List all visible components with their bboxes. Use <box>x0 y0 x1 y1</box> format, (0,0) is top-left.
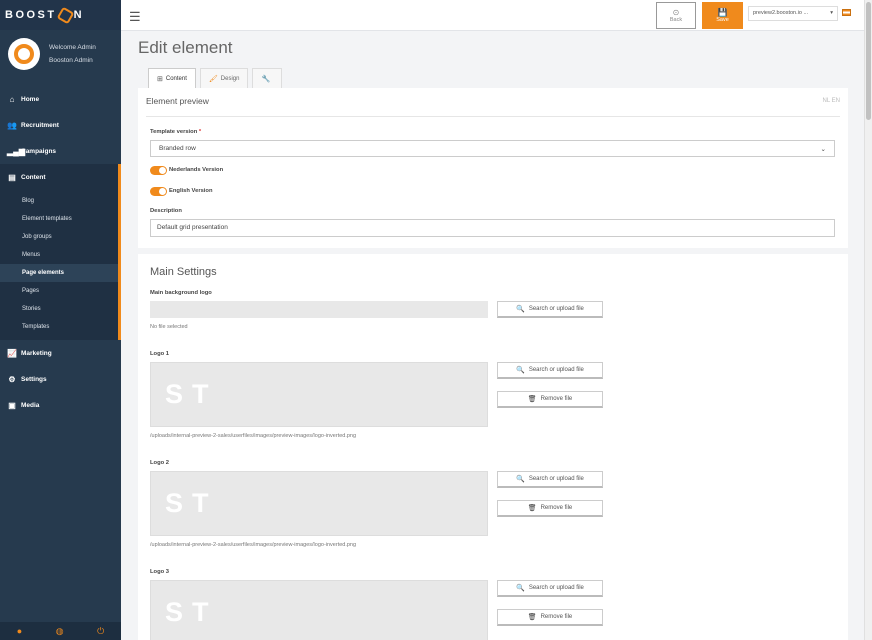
logo2-remove-button[interactable]: 🗑 Remove file <box>497 500 603 517</box>
trash-icon: 🗑 <box>527 396 537 403</box>
search-icon: 🔍 <box>516 367 525 374</box>
logo2-preview: ST <box>150 471 488 536</box>
logo1-preview: ST <box>150 362 488 427</box>
sidebar-subitem-element-templates[interactable]: Element templates <box>0 210 118 228</box>
element-preview-card: Element preview NL EN Template version *… <box>138 88 848 248</box>
nl-version-label: Nederlands Version <box>169 167 224 173</box>
logo1-path: /uploads/internal-preview-2-sales/userfi… <box>150 433 357 439</box>
bg-logo-status: No file selected <box>150 324 188 330</box>
nl-version-toggle[interactable] <box>150 166 167 175</box>
logo3-search-button[interactable]: 🔍 Search or upload file <box>497 580 603 597</box>
template-version-label: Template version * <box>150 129 202 135</box>
avatar <box>8 38 40 70</box>
user-block: Welcome Admin Booston Admin <box>0 30 121 78</box>
floppy-disk-icon: 💾 <box>717 8 728 17</box>
logo1-label: Logo 1 <box>150 351 169 357</box>
tab-content[interactable]: ⊞ Content <box>148 68 196 88</box>
save-button[interactable]: 💾 Save <box>702 2 743 29</box>
logo-hex-icon <box>56 6 75 24</box>
brush-icon: 🖌 <box>208 75 218 83</box>
sidebar-item-marketing[interactable]: 📈 Marketing <box>0 340 121 366</box>
sidebar-subitem-blog[interactable]: Blog <box>0 192 118 210</box>
sidebar-subitem-pages[interactable]: Pages <box>0 282 118 300</box>
en-version-toggle[interactable] <box>150 187 167 196</box>
signal-icon: ▂▄▆ <box>7 146 25 156</box>
sidebar-item-content[interactable]: ▤ Content <box>0 164 121 190</box>
sidebar-item-home[interactable]: ⌂ Home <box>0 86 121 112</box>
sidebar: BOOST N Welcome Admin Booston Admin ⌂ Home… <box>0 0 121 640</box>
sidebar-nav: ⌂ Home 👥 Recruitment ▂▄▆ Campaigns ▤ Content… <box>0 86 121 418</box>
layout-icon: ⊞ <box>157 75 163 83</box>
search-icon: 🔍 <box>516 585 525 592</box>
tabs: ⊞ Content 🖌 Design 🔧 <box>148 68 286 88</box>
document-icon: ▤ <box>8 172 16 182</box>
sidebar-item-media[interactable]: ▣ Media <box>0 392 121 418</box>
tab-tools[interactable]: 🔧 <box>252 68 283 88</box>
home-icon: ⌂ <box>9 94 15 104</box>
sidebar-subitem-templates[interactable]: Templates <box>0 318 118 336</box>
sidebar-subitem-stories[interactable]: Stories <box>0 300 118 318</box>
logo[interactable]: BOOST N <box>0 0 121 30</box>
wrench-icon: 🔧 <box>261 75 271 83</box>
logo-text-end: N <box>73 9 85 21</box>
logo3-label: Logo 3 <box>150 569 169 575</box>
hamburger-menu-icon[interactable]: ☰ <box>129 9 141 25</box>
logo2-search-button[interactable]: 🔍 Search or upload file <box>497 471 603 488</box>
main-settings-title: Main Settings <box>150 266 217 278</box>
logo3-preview: ST <box>150 580 488 640</box>
preview-title: Element preview <box>146 96 209 106</box>
site-select[interactable]: preview2.booston.io ... ▾ <box>748 6 838 21</box>
gears-icon: ⚙ <box>8 374 16 384</box>
flag-icon[interactable] <box>842 9 851 16</box>
language-eye-toggles[interactable]: NL EN <box>823 98 840 104</box>
description-input[interactable]: Default grid presentation <box>150 219 835 237</box>
en-version-label: English Version <box>169 188 213 194</box>
template-version-select[interactable]: Branded row ⌄ <box>150 140 835 157</box>
logo-text: BOOST <box>5 9 57 21</box>
main-content: Edit element ⊞ Content 🖌 Design 🔧 Element … <box>121 31 864 640</box>
sidebar-item-settings[interactable]: ⚙ Settings <box>0 366 121 392</box>
bg-logo-label: Main background logo <box>150 290 212 296</box>
users-icon: 👥 <box>7 120 17 130</box>
chart-line-icon: 📈 <box>7 348 17 358</box>
caret-down-icon: ▾ <box>830 10 833 16</box>
description-label: Description <box>150 208 182 214</box>
logo2-label: Logo 2 <box>150 460 169 466</box>
logo1-search-button[interactable]: 🔍 Search or upload file <box>497 362 603 379</box>
content-submenu: Blog Element templates Job groups Menus … <box>0 190 121 340</box>
sidebar-item-recruitment[interactable]: 👥 Recruitment <box>0 112 121 138</box>
scrollbar-thumb[interactable] <box>866 2 871 120</box>
sidebar-subitem-job-groups[interactable]: Job groups <box>0 228 118 246</box>
user-icon[interactable]: ● <box>17 626 22 636</box>
bg-logo-field <box>150 301 488 318</box>
tab-design[interactable]: 🖌 Design <box>199 68 249 88</box>
sidebar-item-campaigns[interactable]: ▂▄▆ Campaigns <box>0 138 121 164</box>
trash-icon: 🗑 <box>527 505 537 512</box>
trash-icon: 🗑 <box>527 614 537 621</box>
sidebar-subitem-menus[interactable]: Menus <box>0 246 118 264</box>
bg-logo-search-button[interactable]: 🔍 Search or upload file <box>497 301 603 318</box>
chevron-down-icon: ⌄ <box>820 146 826 153</box>
power-icon[interactable]: ⏻ <box>97 626 104 637</box>
sidebar-subitem-page-elements[interactable]: Page elements <box>0 264 118 282</box>
search-icon: 🔍 <box>516 476 525 483</box>
main-settings-card: Main Settings Main background logo 🔍 Sear… <box>138 254 848 640</box>
sidebar-footer: ● ◍ ⏻ <box>0 622 121 640</box>
page-title: Edit element <box>138 38 233 57</box>
back-button[interactable]: ⊙ Back <box>656 2 696 29</box>
logo1-remove-button[interactable]: 🗑 Remove file <box>497 391 603 408</box>
topbar: ☰ ⊙ Back 💾 Save preview2.booston.io ... ▾ <box>121 0 864 31</box>
logo3-remove-button[interactable]: 🗑 Remove file <box>497 609 603 626</box>
page-scrollbar[interactable] <box>864 0 872 640</box>
welcome-text: Welcome Admin <box>49 44 96 51</box>
back-circle-icon: ⊙ <box>672 8 680 17</box>
logo2-path: /uploads/internal-preview-2-sales/userfi… <box>150 542 357 548</box>
globe-icon[interactable]: ◍ <box>56 626 64 637</box>
image-icon: ▣ <box>8 400 16 410</box>
search-icon: 🔍 <box>516 306 525 313</box>
user-name: Booston Admin <box>49 57 93 64</box>
